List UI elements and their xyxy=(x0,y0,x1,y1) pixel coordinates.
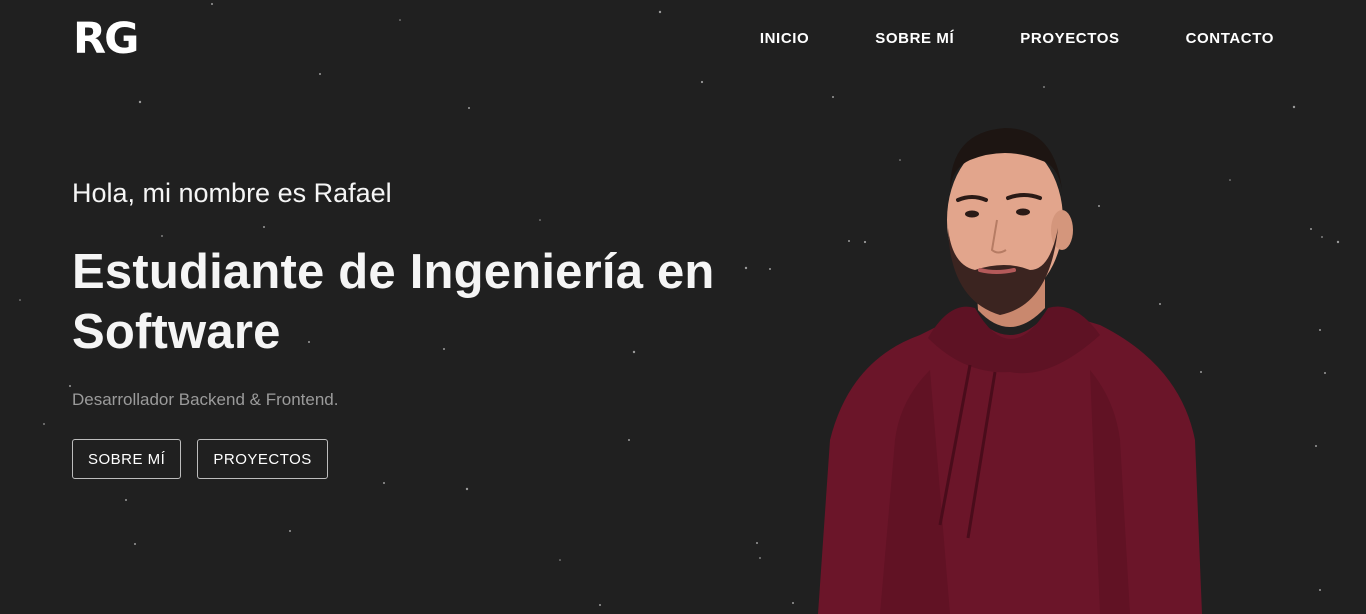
profile-photo xyxy=(818,128,1202,614)
hero-tagline: Desarrollador Backend & Frontend. xyxy=(72,390,339,409)
hero-headline: Estudiante de Ingeniería en Software xyxy=(72,242,772,362)
nav-link-proyectos[interactable]: PROYECTOS xyxy=(1020,30,1119,47)
hero-buttons: SOBRE MÍ PROYECTOS xyxy=(72,439,344,479)
main-nav: INICIO SOBRE MÍ PROYECTOS CONTACTO xyxy=(694,30,1274,47)
logo[interactable]: RG xyxy=(73,14,139,64)
nav-link-inicio[interactable]: INICIO xyxy=(760,30,809,47)
nav-link-contacto[interactable]: CONTACTO xyxy=(1186,30,1274,47)
proyectos-button[interactable]: PROYECTOS xyxy=(197,439,328,479)
sobre-mi-button[interactable]: SOBRE MÍ xyxy=(72,439,182,479)
headline-line-2: Software xyxy=(72,305,281,359)
hero-greeting: Hola, mi nombre es Rafael xyxy=(72,178,392,208)
headline-line-1: Estudiante de Ingeniería en xyxy=(72,245,715,299)
nav-link-sobre-mi[interactable]: SOBRE MÍ xyxy=(875,30,954,47)
